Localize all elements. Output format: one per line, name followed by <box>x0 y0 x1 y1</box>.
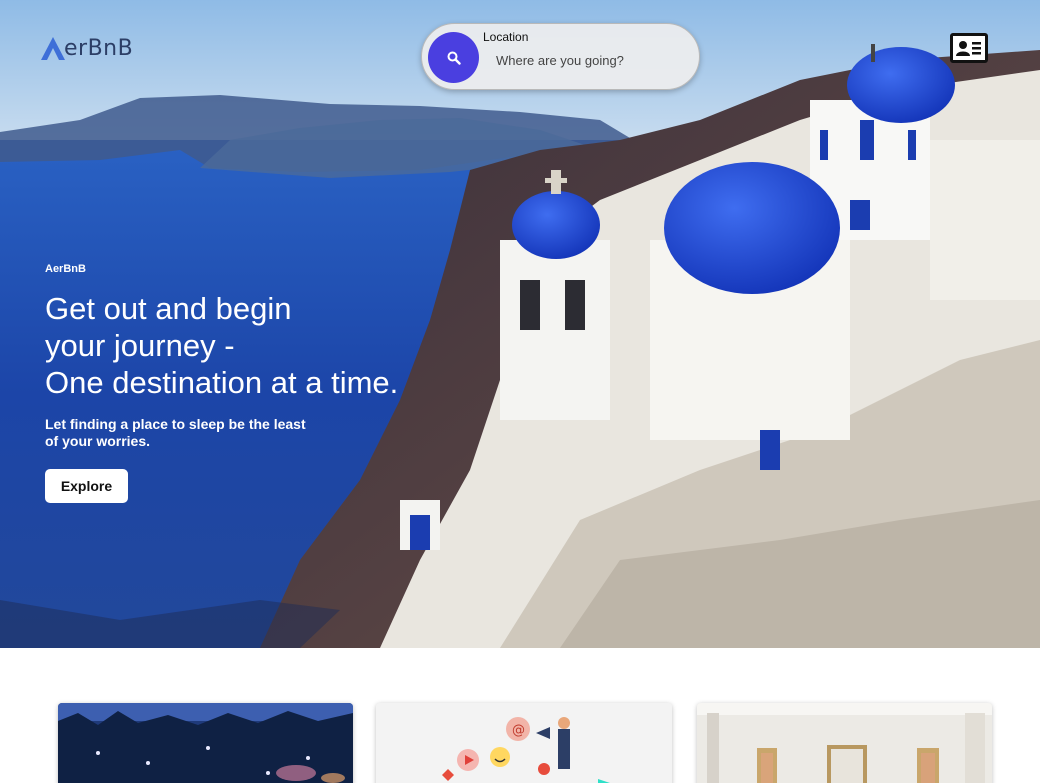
card-image: @ <box>376 703 672 783</box>
account-button[interactable] <box>950 33 988 63</box>
explore-button[interactable]: Explore <box>45 469 128 503</box>
card-interior[interactable] <box>697 703 992 783</box>
headline-line: your journey - <box>45 328 235 363</box>
logo-icon <box>41 37 65 60</box>
search-icon <box>447 51 461 65</box>
hero-headline: Get out and begin your journey - One des… <box>45 290 465 401</box>
card-image <box>697 703 992 783</box>
headline-line: One destination at a time. <box>45 365 399 400</box>
contact-card-icon <box>956 41 981 56</box>
logo-text: erBnB <box>64 35 134 61</box>
hero-section: erBnB Location AerBnB Get out and begin … <box>0 0 1040 648</box>
card-social-media[interactable]: @ <box>376 703 672 783</box>
headline-line: Get out and begin <box>45 291 292 326</box>
search-button[interactable] <box>428 32 479 83</box>
card-image <box>58 703 353 783</box>
logo[interactable]: erBnB <box>40 34 133 62</box>
hero-subheading: Let finding a place to sleep be the leas… <box>45 416 306 449</box>
search-location-label: Location <box>483 30 529 44</box>
svg-text:@: @ <box>512 723 525 738</box>
hero-brand-label: AerBnB <box>45 263 86 275</box>
search-bar[interactable]: Location <box>421 23 700 90</box>
card-winter-village[interactable] <box>58 703 353 783</box>
search-input[interactable] <box>496 50 686 70</box>
